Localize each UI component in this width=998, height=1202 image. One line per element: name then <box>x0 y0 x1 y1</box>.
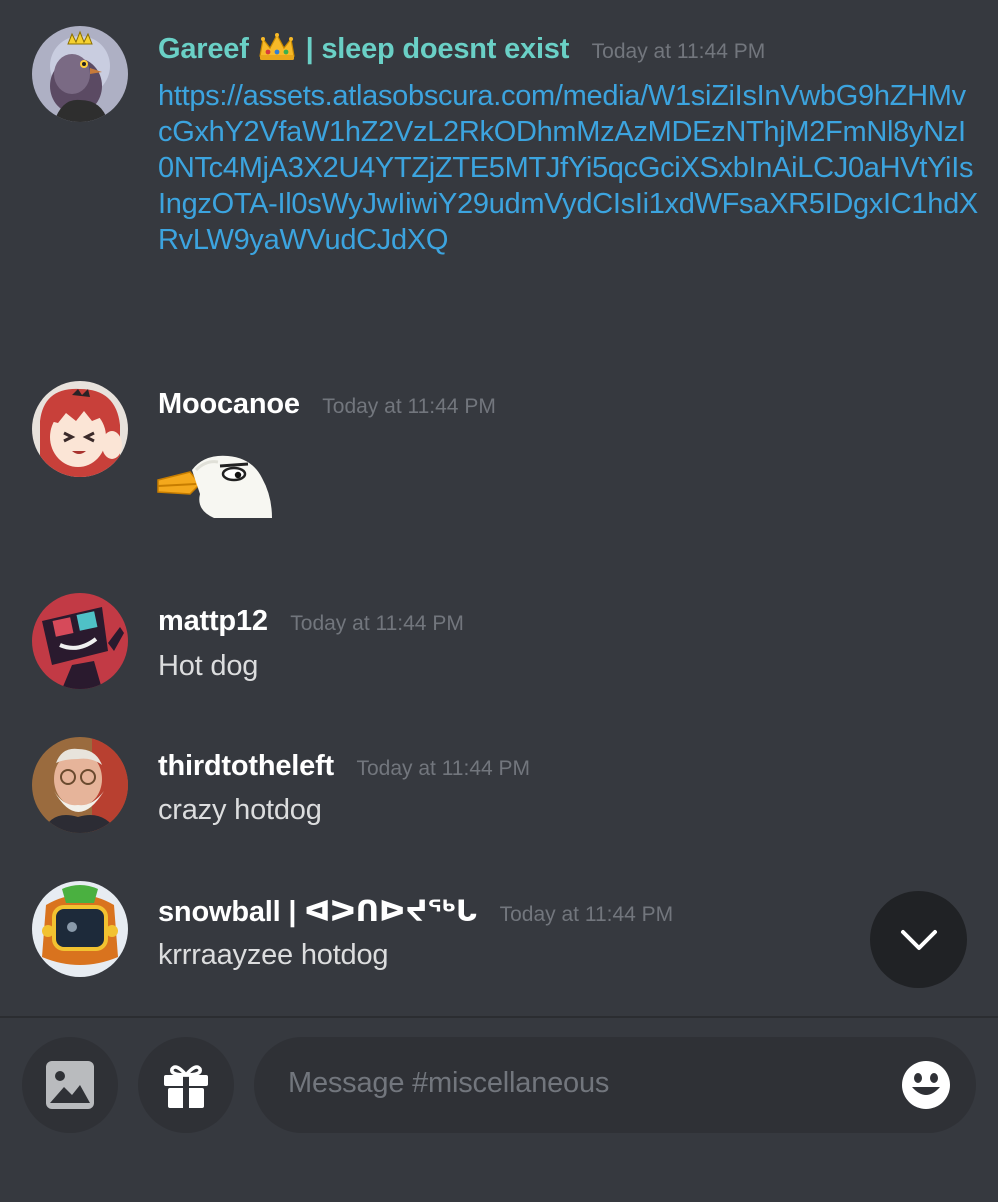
message-composer: Message #miscellaneous <box>0 1016 998 1202</box>
gift-button[interactable] <box>138 1037 234 1133</box>
message-header: mattp12 Today at 11:44 PM <box>158 605 464 638</box>
username-suffix[interactable]: | sleep doesnt exist <box>306 33 570 65</box>
username-gareef[interactable]: Gareef <box>158 33 249 65</box>
chevron-down-icon <box>900 929 937 950</box>
username-moocanoe[interactable]: Moocanoe <box>158 388 300 420</box>
gift-icon <box>164 1065 208 1108</box>
message-header: thirdtotheleft Today at 11:44 PM <box>158 750 530 783</box>
avatar-mattp12[interactable] <box>32 593 128 689</box>
message-link[interactable]: https://assets.atlasobscura.com/media/W1… <box>158 78 978 258</box>
username-snowball[interactable]: snowball | ᐊᐳᑎᐅᔪᖅᒐ <box>158 896 477 928</box>
message-text: Hot dog <box>158 650 259 682</box>
attach-image-button[interactable] <box>22 1037 118 1133</box>
emoji-picker-button[interactable] <box>900 1059 952 1111</box>
goose-emoji-icon[interactable] <box>156 450 274 518</box>
message-header: Moocanoe Today at 11:44 PM <box>158 388 496 421</box>
message-text: krrraayzee hotdog <box>158 939 389 971</box>
timestamp: Today at 11:44 PM <box>356 757 531 780</box>
username-mattp12[interactable]: mattp12 <box>158 605 268 637</box>
timestamp: Today at 11:44 PM <box>290 612 464 635</box>
avatar-snowball[interactable] <box>32 881 128 977</box>
timestamp: Today at 11:44 PM <box>591 40 766 63</box>
avatar-gareef[interactable] <box>32 26 128 122</box>
jump-to-present-button[interactable] <box>870 891 967 988</box>
avatar-thirdtotheleft[interactable] <box>32 737 128 833</box>
message-input[interactable]: Message #miscellaneous <box>254 1037 976 1133</box>
message-input-placeholder: Message #miscellaneous <box>288 1067 610 1099</box>
smiley-icon <box>902 1061 950 1109</box>
image-icon <box>46 1061 94 1109</box>
message-header: Gareef | sleep doesnt exist Today at 11:… <box>158 32 765 66</box>
message-text: crazy hotdog <box>158 794 322 826</box>
timestamp: Today at 11:44 PM <box>499 903 674 926</box>
message-header: snowball | ᐊᐳᑎᐅᔪᖅᒐ Today at 11:44 PM <box>158 894 673 929</box>
timestamp: Today at 11:44 PM <box>322 395 496 418</box>
avatar-moocanoe[interactable] <box>32 381 128 477</box>
chat-messages[interactable]: Gareef | sleep doesnt exist Today at 11:… <box>0 0 998 1016</box>
crown-emoji-icon <box>257 32 297 62</box>
username-thirdtotheleft[interactable]: thirdtotheleft <box>158 750 334 782</box>
